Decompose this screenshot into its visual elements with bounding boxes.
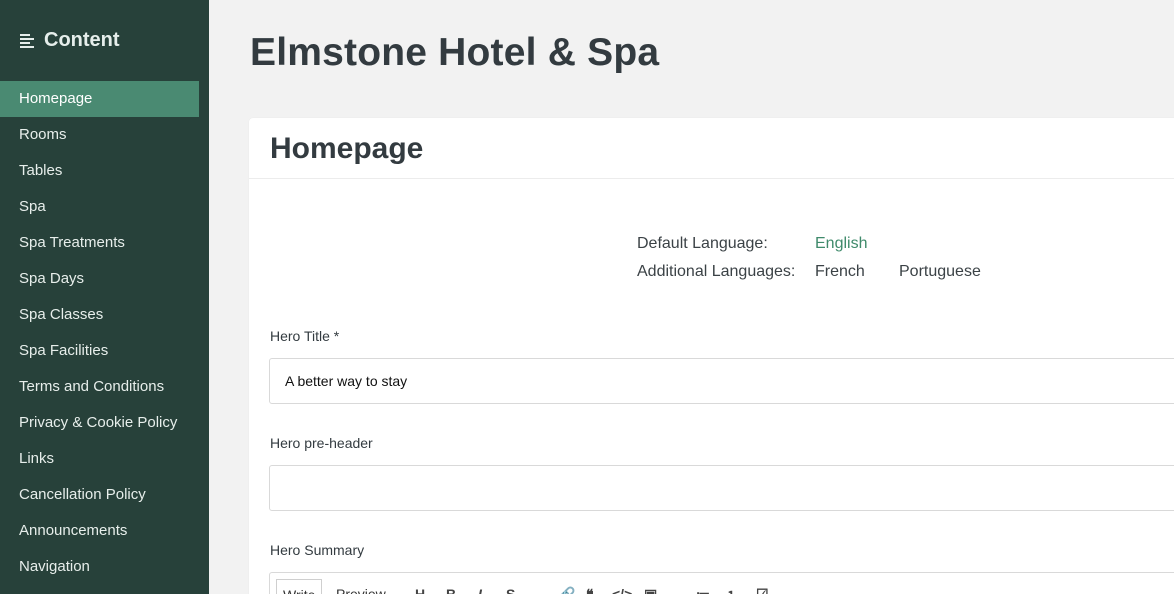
sidebar-item-spa-days[interactable]: Spa Days bbox=[0, 261, 199, 297]
sidebar-nav: Homepage Rooms Tables Spa Spa Treatments… bbox=[0, 81, 209, 585]
default-language-label: Default Language: bbox=[637, 235, 768, 252]
bold-icon[interactable]: B bbox=[446, 586, 456, 594]
hero-title-input[interactable] bbox=[269, 358, 1174, 404]
sidebar-item-rooms[interactable]: Rooms bbox=[0, 117, 199, 153]
bullet-list-icon[interactable]: ≔ bbox=[696, 586, 710, 594]
heading-icon[interactable]: H bbox=[415, 586, 425, 594]
strikethrough-icon[interactable]: S bbox=[506, 586, 515, 594]
quote-icon[interactable]: ❝ bbox=[586, 586, 594, 594]
hero-preheader-input[interactable] bbox=[269, 465, 1174, 511]
hero-title-label: Hero Title * bbox=[270, 328, 340, 344]
hero-summary-label: Hero Summary bbox=[270, 542, 365, 558]
sidebar-item-terms[interactable]: Terms and Conditions bbox=[0, 369, 199, 405]
hero-preheader-label: Hero pre-header bbox=[270, 435, 373, 451]
link-icon[interactable]: 🔗 bbox=[558, 586, 575, 594]
sidebar-item-spa[interactable]: Spa bbox=[0, 189, 199, 225]
card-title: Homepage bbox=[270, 132, 424, 165]
sidebar-title: Content bbox=[44, 29, 120, 51]
code-icon[interactable]: </> bbox=[612, 586, 632, 594]
hero-summary-editor[interactable]: Write Preview H B I S 🔗 ❝ </> ▣ ≔ ⒈ ☑ bbox=[269, 572, 1174, 594]
numbered-list-icon[interactable]: ⒈ bbox=[726, 586, 740, 594]
sidebar-item-spa-facilities[interactable]: Spa Facilities bbox=[0, 333, 199, 369]
card-header: Homepage bbox=[249, 118, 1174, 179]
sidebar-item-spa-classes[interactable]: Spa Classes bbox=[0, 297, 199, 333]
sidebar-item-announcements[interactable]: Announcements bbox=[0, 513, 199, 549]
page-title: Elmstone Hotel & Spa bbox=[250, 31, 660, 74]
sidebar-item-homepage[interactable]: Homepage bbox=[0, 81, 199, 117]
sidebar-item-navigation[interactable]: Navigation bbox=[0, 549, 199, 585]
sidebar-header: Content bbox=[20, 29, 120, 52]
language-french[interactable]: French bbox=[815, 263, 865, 281]
sidebar-item-spa-treatments[interactable]: Spa Treatments bbox=[0, 225, 199, 261]
editor-write-tab[interactable]: Write bbox=[276, 579, 323, 594]
sidebar-item-tables[interactable]: Tables bbox=[0, 153, 199, 189]
sidebar-item-privacy[interactable]: Privacy & Cookie Policy bbox=[0, 405, 199, 441]
editor-preview-tab[interactable]: Preview bbox=[336, 586, 386, 594]
additional-languages-label: Additional Languages: bbox=[637, 263, 796, 280]
sidebar: Content Homepage Rooms Tables Spa Spa Tr… bbox=[0, 0, 209, 594]
task-list-icon[interactable]: ☑ bbox=[756, 586, 769, 594]
image-icon[interactable]: ▣ bbox=[644, 586, 657, 594]
sidebar-item-links[interactable]: Links bbox=[0, 441, 199, 477]
italic-icon[interactable]: I bbox=[478, 586, 482, 594]
menu-icon[interactable] bbox=[20, 33, 36, 48]
sidebar-item-cancellation[interactable]: Cancellation Policy bbox=[0, 477, 199, 513]
content-card: Homepage Default Language: English Addit… bbox=[249, 118, 1174, 594]
default-language-value[interactable]: English bbox=[815, 235, 867, 253]
language-portuguese[interactable]: Portuguese bbox=[899, 263, 981, 281]
